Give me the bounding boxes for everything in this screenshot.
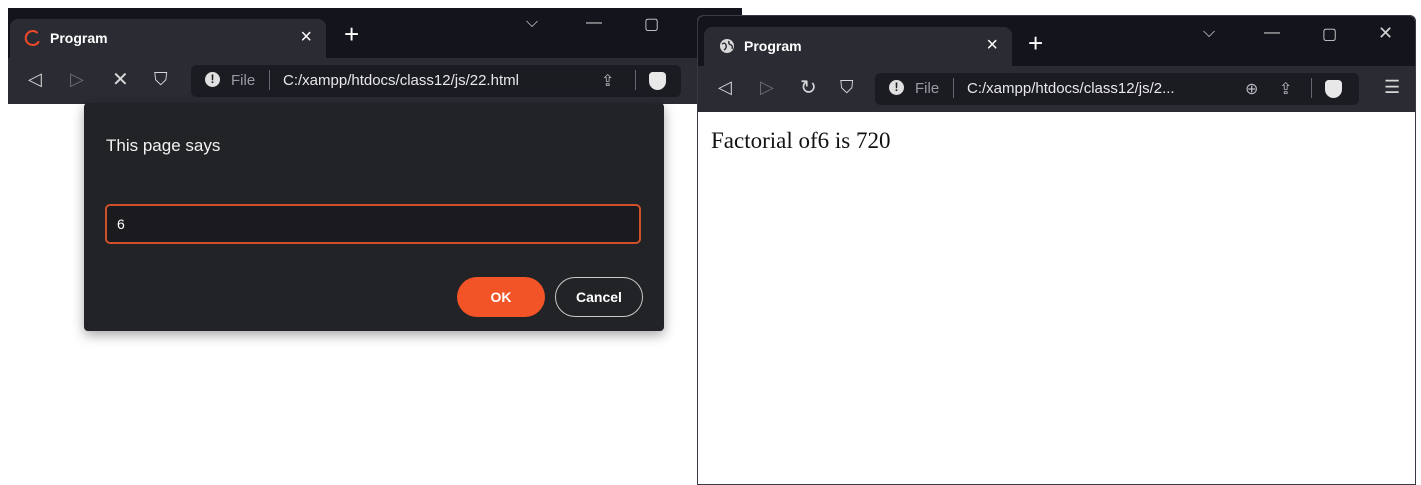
left-title-bar: Program × + ⌵ — ▢: [8, 8, 742, 58]
right-browser-window: Program × + ⌵ — ▢ ✕ ◁ ▷ ↻ ⛉ ! File C:/xa…: [697, 15, 1416, 485]
reload-icon[interactable]: ↻: [800, 75, 817, 100]
prompt-dialog: This page says OK Cancel: [84, 103, 664, 331]
tab-close-button[interactable]: ×: [300, 26, 312, 49]
forward-icon[interactable]: ▷: [760, 77, 774, 98]
loading-spinner-icon: [24, 30, 40, 47]
brave-shields-icon[interactable]: [649, 72, 666, 90]
prompt-input[interactable]: [105, 204, 641, 244]
url-scheme-label: File: [231, 72, 256, 89]
close-window-button[interactable]: ✕: [1378, 23, 1393, 44]
left-toolbar: ◁ ▷ ✕ ⛉ ! File C:/xampp/htdocs/class12/j…: [8, 58, 742, 104]
new-tab-button[interactable]: +: [1028, 28, 1043, 59]
right-title-bar: Program × + ⌵ — ▢ ✕: [698, 16, 1415, 66]
tab-title: Program: [744, 38, 802, 54]
url-scheme-label: File: [915, 80, 940, 97]
share-icon[interactable]: ⇪: [601, 71, 614, 91]
factorial-result-text: Factorial of6 is 720: [711, 128, 891, 153]
ok-button[interactable]: OK: [457, 277, 545, 317]
url-separator: [269, 70, 270, 90]
forward-icon[interactable]: ▷: [70, 69, 84, 90]
bookmark-icon[interactable]: ⛉: [154, 69, 168, 90]
stop-loading-icon[interactable]: ✕: [112, 67, 129, 92]
back-icon[interactable]: ◁: [28, 69, 42, 90]
tab-close-button[interactable]: ×: [986, 34, 998, 57]
back-icon[interactable]: ◁: [718, 77, 732, 98]
tab-list-dropdown-icon[interactable]: ⌵: [1203, 24, 1215, 42]
new-tab-button[interactable]: +: [344, 19, 359, 50]
globe-icon: [720, 39, 734, 53]
brave-shields-icon[interactable]: [1325, 80, 1342, 98]
right-page-content: Factorial of6 is 720: [698, 112, 1415, 484]
tab-title: Program: [50, 30, 108, 46]
url-text[interactable]: C:/xampp/htdocs/class12/js/22.html: [283, 72, 519, 89]
url-separator: [1311, 78, 1312, 98]
address-bar[interactable]: ! File C:/xampp/htdocs/class12/js/2... ⊕…: [875, 73, 1359, 105]
tab-list-dropdown-icon[interactable]: ⌵: [526, 14, 538, 32]
address-bar[interactable]: ! File C:/xampp/htdocs/class12/js/22.htm…: [191, 65, 681, 97]
zoom-icon[interactable]: ⊕: [1245, 79, 1258, 99]
menu-icon[interactable]: ☰: [1384, 77, 1400, 98]
url-separator: [953, 78, 954, 98]
url-text[interactable]: C:/xampp/htdocs/class12/js/2...: [967, 80, 1175, 97]
left-tab-program[interactable]: Program ×: [10, 19, 326, 58]
maximize-button[interactable]: ▢: [644, 14, 659, 34]
site-info-icon[interactable]: !: [889, 80, 904, 95]
right-tab-program[interactable]: Program ×: [704, 27, 1012, 66]
maximize-button[interactable]: ▢: [1322, 24, 1337, 44]
left-browser-window: Program × + ⌵ — ▢ ◁ ▷ ✕ ⛉ ! File C:/xamp…: [8, 8, 742, 485]
minimize-button[interactable]: —: [586, 14, 602, 32]
dialog-title: This page says: [106, 136, 221, 155]
site-info-icon[interactable]: !: [205, 72, 220, 87]
right-toolbar: ◁ ▷ ↻ ⛉ ! File C:/xampp/htdocs/class12/j…: [698, 66, 1415, 112]
bookmark-icon[interactable]: ⛉: [840, 77, 854, 98]
minimize-button[interactable]: —: [1264, 24, 1280, 42]
cancel-button[interactable]: Cancel: [555, 277, 643, 317]
url-separator: [635, 70, 636, 90]
share-icon[interactable]: ⇪: [1279, 79, 1292, 99]
